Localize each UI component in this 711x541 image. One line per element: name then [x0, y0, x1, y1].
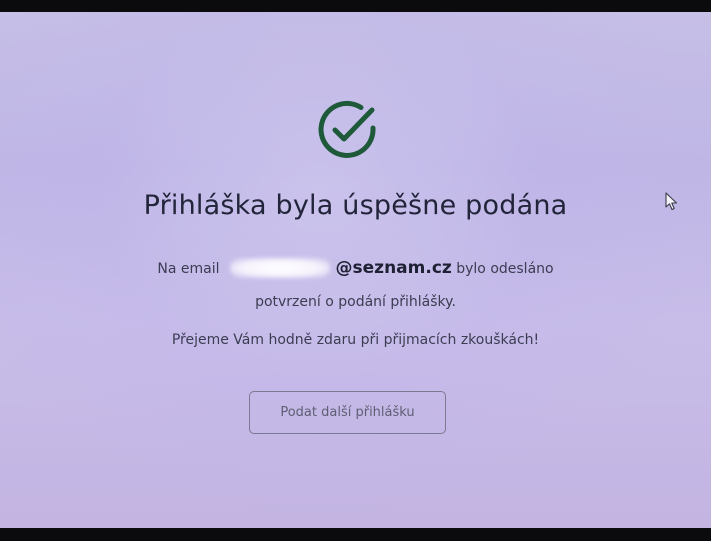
redacted-email-username	[229, 258, 330, 278]
mouse-cursor-icon	[665, 192, 678, 211]
email-suffix: bylo odesláno	[456, 261, 554, 277]
confirmation-screen: Přihláška byla úspěšne podána Na email @s…	[0, 12, 711, 528]
wish-text: Přejeme Vám hodně zdaru při přijmacích z…	[171, 332, 540, 348]
check-circle-icon	[318, 101, 376, 158]
confirmation-text: potvrzení o podání přihlášky.	[255, 294, 456, 310]
submit-another-application-button[interactable]: Podat další přihlášku	[249, 391, 446, 434]
page-title: Přihláška byla úspěšne podána	[143, 190, 568, 221]
email-domain: @seznam.cz	[335, 258, 452, 278]
email-notice: Na email @seznam.cz bylo odesláno	[0, 258, 711, 279]
email-prefix: Na email	[157, 261, 220, 277]
